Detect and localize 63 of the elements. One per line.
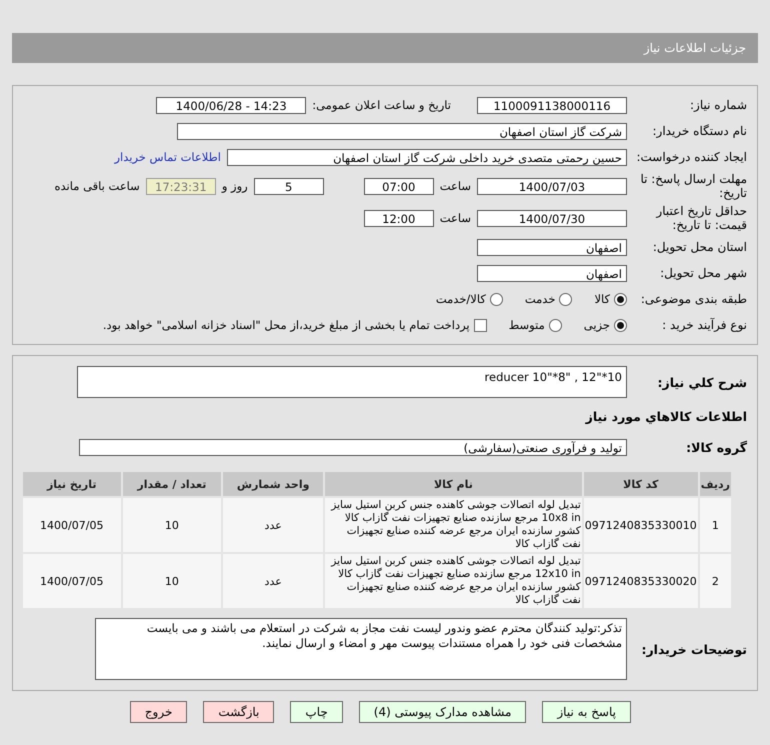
date-field: 1400/07/03 (477, 178, 627, 194)
table-cell: عدد (222, 497, 324, 553)
column-header: نام کالا (324, 471, 583, 497)
table-cell: 0971240835330010 (582, 497, 699, 553)
radio-button[interactable] (559, 292, 572, 306)
column-header: کد کالا (582, 471, 699, 497)
contact-link[interactable]: اطلاعات تماس خریدار (114, 150, 221, 164)
field-label: نوع فرآیند خرید : (661, 318, 747, 332)
radio-button[interactable] (614, 292, 627, 306)
field-label: شماره نیاز: (689, 98, 747, 112)
action-button[interactable]: چاپ (290, 701, 343, 723)
option-label: متوسط (508, 318, 545, 332)
field-label: حداقل تاریخ اعتبار قیمت: تا تاریخ: (654, 204, 747, 232)
description-field: reducer 10"*8" , 12"*10 (77, 366, 627, 398)
table-cell: 1400/07/05 (22, 497, 122, 553)
table-cell: تبدیل لوله اتصالات جوشی کاهنده جنس کربن استیل سایز 12x10 in مرجع سازنده صنایع تجهیزات نفت گازاب کالا کشور سازنده ایران مرجع عرضه کننده صنایع تجهیزات نفت گازاب کالا (324, 553, 583, 609)
field-label: گروه کالا: (685, 440, 747, 454)
date-field: 1400/07/30 (477, 210, 627, 226)
column-header: تاریخ نیاز (22, 471, 122, 497)
table-cell: تبدیل لوله اتصالات جوشی کاهنده جنس کربن استیل سایز 10x8 in مرجع سازنده صنایع تجهیزات نفت گازاب کالا کشور سازنده ایران مرجع عرضه کننده صنایع تجهیزات نفت گازاب کالا (324, 497, 583, 553)
field-label: توضیحات خریدار: (640, 642, 747, 656)
action-button[interactable]: پاسخ به نیاز (542, 701, 631, 723)
column-header: واحد شمارش (222, 471, 324, 497)
column-header: تعداد / مقدار (122, 471, 222, 497)
table-cell: 0971240835330020 (582, 553, 699, 609)
field-label: ساعت باقی مانده (54, 179, 140, 193)
remaining-time-field: 17:23:31 (146, 178, 216, 194)
days-field: 5 (254, 178, 324, 194)
checkbox-label: پرداخت تمام یا بخشی از مبلغ خرید،از محل "اسناد خزانه اسلامی" خواهد بود. (102, 318, 470, 332)
radio-button[interactable] (490, 292, 503, 306)
field-label: ایجاد کننده درخواست: (635, 150, 747, 164)
table-cell: 10 (122, 553, 222, 609)
table-cell: 1400/07/05 (22, 553, 122, 609)
radio-button[interactable] (548, 318, 562, 332)
field-label: مهلت ارسال پاسخ: تا تاریخ: (639, 172, 747, 200)
field-label: ساعت (440, 179, 471, 193)
action-button[interactable]: خروج (130, 701, 188, 723)
action-button[interactable]: بازگشت (203, 701, 274, 723)
option-label: کالا (594, 292, 610, 306)
field-label: روز و (222, 179, 248, 193)
field-label: شهر محل تحویل: (659, 266, 747, 280)
field-label: طبقه بندی موضوعی: (640, 292, 747, 306)
time-field: 12:00 (364, 210, 434, 226)
table-cell: 1 (698, 497, 732, 553)
table-cell: عدد (222, 553, 324, 609)
table-cell: 10 (122, 497, 222, 553)
option-label: کالا/خدمت (436, 292, 486, 306)
action-button[interactable]: مشاهده مدارک پیوستی (4) (358, 701, 526, 723)
option-label: جزیی (584, 318, 610, 332)
radio-button[interactable] (614, 318, 627, 332)
checkbox[interactable] (474, 318, 487, 332)
field-label: تاریخ و ساعت اعلان عمومی: (312, 98, 451, 112)
page-title: جزئیات اطلاعات نیاز (644, 41, 746, 55)
table-cell: 2 (698, 553, 732, 609)
section-heading: اطلاعات کالاهاي مورد نياز (586, 408, 747, 424)
field-label: استان محل تحویل: (652, 240, 747, 254)
notes-field: تذکر:تولید کنندگان محترم عضو وندور لیست نفت مجاز به شرکت در استعلام می باشند و می بایست مشخصات فنی خود را همراه مستندات پیوست مهر و امضاء و ارسال نمایند. (95, 618, 627, 680)
field-label: شرح کلي نياز: (656, 374, 747, 390)
column-header: ردیف (698, 471, 732, 497)
time-field: 07:00 (364, 178, 434, 194)
option-label: خدمت (524, 292, 556, 306)
field-label: نام دستگاه خریدار: (652, 124, 747, 138)
field-label: ساعت (440, 211, 471, 225)
